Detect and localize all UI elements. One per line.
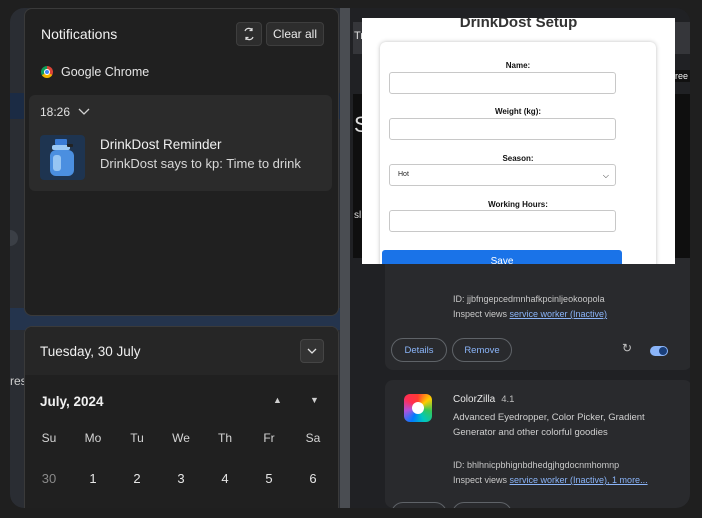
weekday-label: Mo (84, 431, 102, 445)
focus-assist-icon (244, 27, 254, 41)
page-text: sl (354, 210, 362, 221)
calendar-day[interactable]: 6 (293, 471, 333, 486)
extension-card: ColorZilla 4.1 Advanced Eyedropper, Color… (385, 380, 690, 508)
notification-card[interactable]: 18:26 DrinkDost Reminder DrinkDost says … (29, 95, 332, 191)
previous-month-button[interactable]: ▲ (273, 395, 282, 405)
service-worker-link[interactable]: service worker (Inactive), 1 more... (510, 475, 648, 485)
notification-time[interactable]: 18:26 (40, 105, 90, 119)
weekday-label: Th (217, 431, 232, 445)
working-hours-input[interactable] (389, 210, 616, 232)
extension-id: ID: jjbfngepcedmnhafkpcinljeokoopola (453, 294, 605, 304)
calendar-date: Tuesday, 30 July (40, 344, 141, 359)
extension-inspect: Inspect views service worker (Inactive),… (453, 475, 648, 485)
extension-inspect: Inspect views service worker (Inactive) (453, 309, 607, 319)
reload-icon[interactable]: ↻ (622, 341, 632, 355)
working-hours-label: Working Hours: (488, 200, 548, 209)
inspect-label: Inspect views (453, 475, 510, 485)
weight-label: Weight (kg): (494, 107, 542, 116)
app-name: Google Chrome (61, 65, 150, 79)
calendar-header: Tuesday, 30 July (25, 327, 338, 375)
calendar-panel: Tuesday, 30 July July, 2024 ▲ ▼ Su Mo Tu… (24, 326, 339, 508)
chevron-down-icon (307, 348, 317, 354)
details-button[interactable] (391, 502, 447, 508)
calendar-day[interactable]: 5 (249, 471, 289, 486)
calendar-day[interactable]: 3 (161, 471, 201, 486)
chrome-icon (41, 66, 53, 78)
details-button[interactable]: Details (391, 338, 447, 362)
extension-version: 4.1 (501, 394, 515, 405)
focus-settings-button[interactable] (236, 22, 262, 46)
background-dot (10, 230, 18, 246)
extension-card: ID: jjbfngepcedmnhafkpcinljeokoopola Ins… (385, 252, 690, 370)
chevron-down-icon (78, 108, 90, 115)
extension-toggle[interactable] (650, 346, 668, 356)
remove-button[interactable] (452, 502, 512, 508)
app-group-header[interactable]: Google Chrome (41, 65, 149, 79)
save-button[interactable]: Save (382, 250, 622, 264)
screen-frame: res Notifications Clear all Google Chrom… (10, 8, 690, 508)
notifications-title: Notifications (41, 26, 118, 42)
calendar-day[interactable]: 30 (29, 471, 69, 486)
extension-id: ID: bhlhnicpbhignbdhedgjhgdocnmhomnp (453, 460, 620, 470)
extension-name: ColorZilla 4.1 (453, 394, 514, 405)
season-label: Season: (502, 154, 534, 163)
notification-body: DrinkDost says to kp: Time to drink (100, 156, 301, 171)
drinkdost-setup-popup: DrinkDost Setup Name: Weight (kg): Seaso… (362, 18, 675, 264)
water-bottle-icon (40, 135, 85, 180)
season-select[interactable]: Hot ⌵ (389, 164, 616, 186)
extension-description: Advanced Eyedropper, Color Picker, Gradi… (453, 412, 645, 438)
weekday-label: Su (41, 431, 57, 445)
notification-title: DrinkDost Reminder (100, 137, 222, 152)
calendar-collapse-button[interactable] (300, 339, 324, 363)
inspect-label: Inspect views (453, 309, 510, 319)
extension-title: ColorZilla (453, 394, 496, 405)
clear-all-button[interactable]: Clear all (266, 22, 324, 46)
name-input[interactable] (389, 72, 616, 94)
season-value: Hot (398, 171, 409, 178)
chevron-down-icon: ⌵ (602, 171, 609, 180)
weight-input[interactable] (389, 118, 616, 140)
background-scrollbar[interactable] (340, 8, 350, 508)
weekday-label: We (172, 431, 190, 445)
colorzilla-icon (404, 394, 432, 422)
next-month-button[interactable]: ▼ (310, 395, 319, 405)
remove-button[interactable]: Remove (452, 338, 512, 362)
popup-title: DrinkDost Setup (459, 18, 578, 31)
service-worker-link[interactable]: service worker (Inactive) (510, 309, 608, 319)
calendar-day[interactable]: 1 (73, 471, 113, 486)
weekday-label: Sa (305, 431, 321, 445)
time-label: 18:26 (40, 105, 71, 119)
calendar-day[interactable]: 4 (205, 471, 245, 486)
notification-center: Notifications Clear all Google Chrome 18… (24, 8, 339, 316)
weekday-label: Fr (263, 431, 275, 445)
weekday-label: Tu (130, 431, 144, 445)
calendar-day[interactable]: 2 (117, 471, 157, 486)
setup-form: Name: Weight (kg): Season: Hot ⌵ Working… (380, 42, 656, 264)
name-label: Name: (505, 61, 531, 70)
month-label[interactable]: July, 2024 (40, 394, 104, 409)
